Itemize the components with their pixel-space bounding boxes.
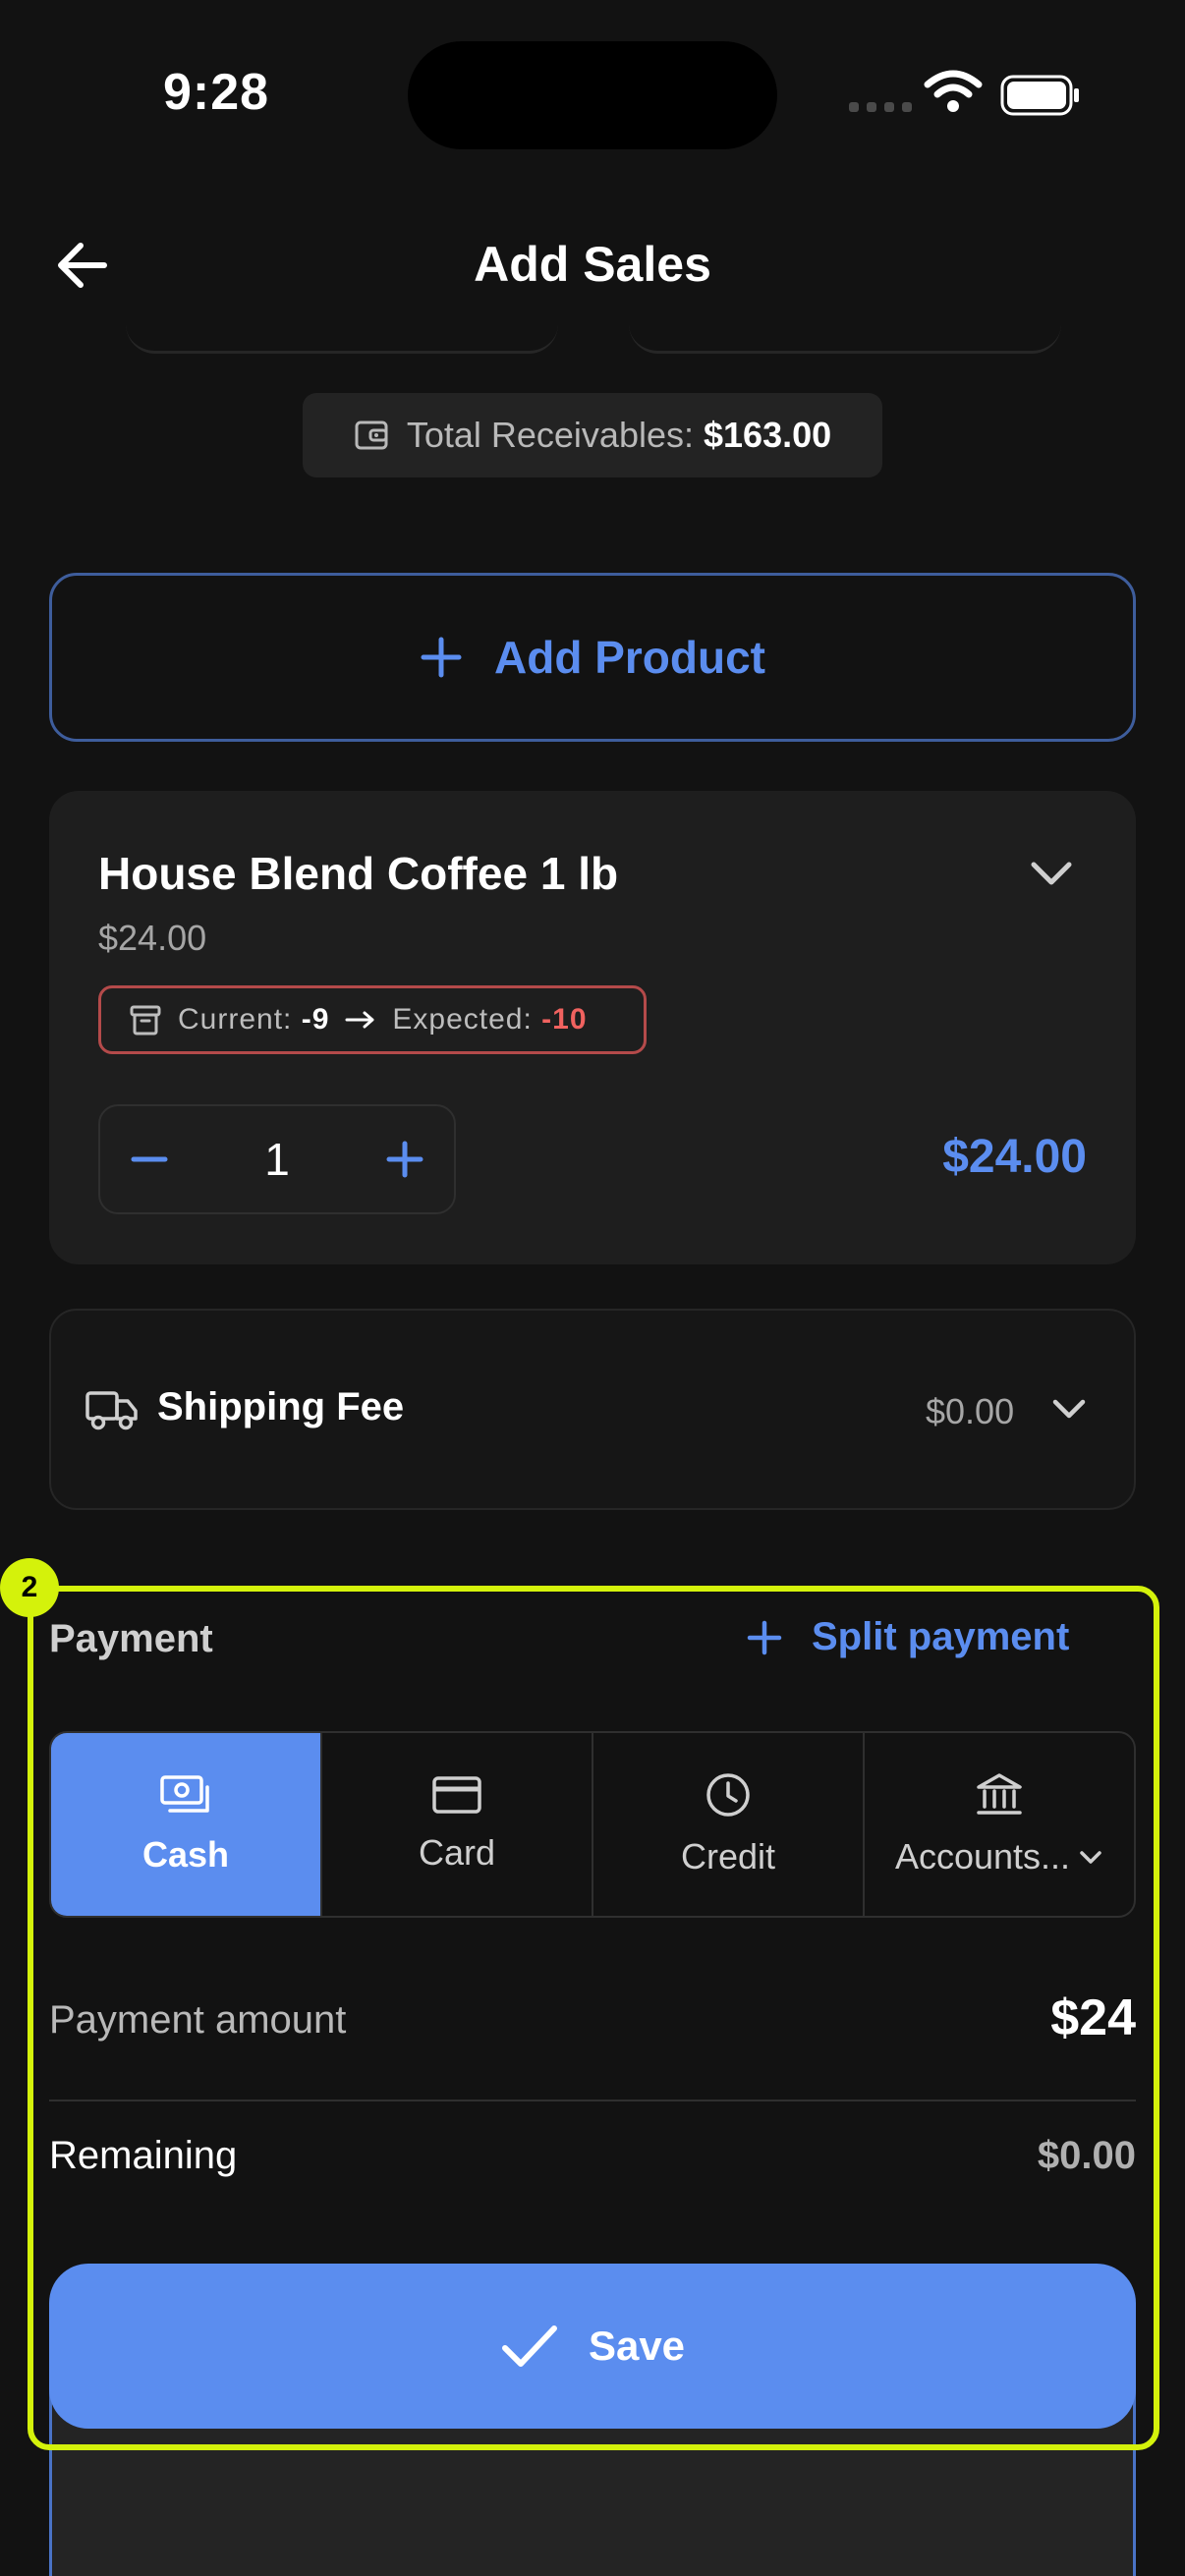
shipping-fee-label: Shipping Fee — [157, 1385, 405, 1428]
page-title: Add Sales — [474, 237, 711, 292]
wallet-icon — [355, 420, 388, 450]
line-total: $24.00 — [942, 1131, 1087, 1183]
status-time: 9:28 — [163, 64, 270, 121]
chevron-down-icon[interactable] — [1049, 1393, 1089, 1427]
dynamic-island — [408, 41, 777, 149]
wifi-icon — [924, 70, 983, 112]
chevron-down-icon[interactable] — [1026, 855, 1077, 894]
annotation-badge: 2 — [0, 1558, 59, 1617]
arrow-right-icon — [345, 1011, 374, 1029]
product-name: House Blend Coffee 1 lb — [98, 848, 619, 899]
stock-warning-badge: Current: -9 Expected: -10 — [98, 985, 647, 1054]
quantity-stepper: 1 — [98, 1104, 456, 1214]
archive-box-icon — [130, 1005, 161, 1036]
battery-icon — [1000, 75, 1079, 116]
expected-stock-value: -10 — [541, 1003, 588, 1036]
receivables-amount: $163.00 — [704, 415, 832, 455]
product-unit-price: $24.00 — [98, 918, 207, 958]
add-product-button[interactable]: Add Product — [49, 573, 1136, 742]
add-product-label: Add Product — [494, 632, 765, 683]
quantity-value[interactable]: 1 — [264, 1133, 290, 1186]
current-stock-label: Current: — [178, 1003, 293, 1036]
current-stock-value: -9 — [301, 1003, 330, 1036]
scrolled-chip-right — [629, 324, 1061, 354]
shipping-fee-value: $0.00 — [926, 1391, 1015, 1431]
plus-icon[interactable] — [385, 1140, 424, 1179]
minus-icon[interactable] — [130, 1140, 169, 1179]
truck-icon — [85, 1391, 138, 1430]
receivables-label: Total Receivables: — [406, 415, 694, 455]
total-receivables-pill: Total Receivables: $163.00 — [303, 393, 882, 477]
plus-icon — [421, 637, 462, 678]
cellular-signal-icon — [849, 102, 912, 112]
annotation-highlight-box — [28, 1586, 1159, 2450]
expected-stock-label: Expected: — [392, 1003, 533, 1036]
scrolled-chip-left — [126, 324, 558, 354]
